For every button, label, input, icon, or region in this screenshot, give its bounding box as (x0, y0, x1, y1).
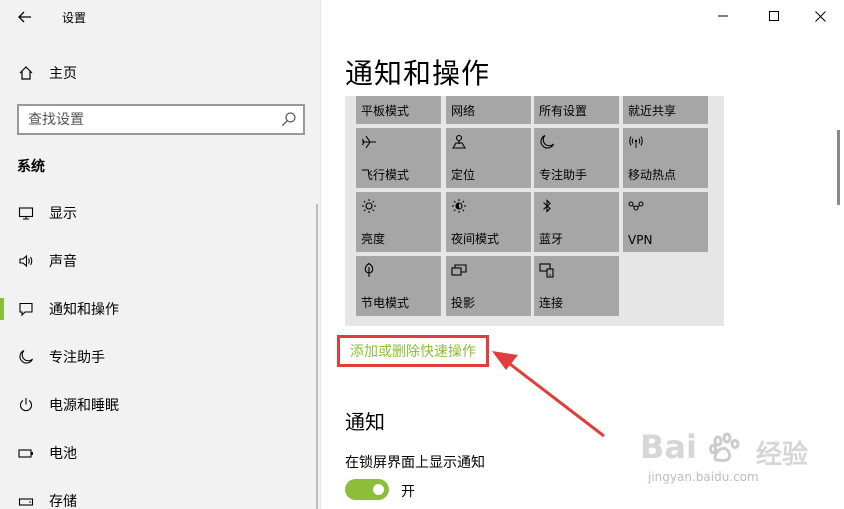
quick-action-location[interactable]: 定位 (446, 128, 531, 188)
sidebar: 设置 主页 系统 显示 声音 通知和操作 专注助手 (0, 0, 321, 509)
minimize-icon (718, 15, 728, 17)
app-title: 设置 (62, 11, 87, 25)
quick-action-label: 飞行模式 (361, 168, 410, 182)
quick-action-label: 移动热点 (628, 168, 677, 182)
quick-action-nearby-sharing[interactable]: 就近共享 (623, 96, 708, 124)
sidebar-item-focus-assist[interactable]: 专注助手 (0, 339, 320, 375)
sidebar-item-label: 主页 (49, 66, 77, 82)
sidebar-item-label: 通知和操作 (49, 302, 119, 318)
storage-icon (16, 491, 36, 509)
power-icon (16, 395, 36, 415)
watermark: Bai 经验 jingyan.baidu.com (640, 428, 830, 498)
speaker-icon (16, 251, 36, 271)
sidebar-item-sound[interactable]: 声音 (0, 243, 320, 279)
quick-actions-panel: 平板模式 网络 所有设置 就近共享 飞行模式 定位 专注助手 移动热点 亮度 夜… (345, 96, 724, 326)
sidebar-item-label: 专注助手 (49, 350, 105, 366)
quick-action-all-settings[interactable]: 所有设置 (534, 96, 619, 124)
night-light-icon (452, 199, 466, 213)
moon-icon (540, 134, 555, 149)
location-icon (452, 134, 466, 149)
sidebar-item-label: 存储 (49, 494, 77, 509)
add-remove-quick-actions-label: 添加或删除快速操作 (350, 344, 476, 360)
maximize-button[interactable] (751, 0, 797, 32)
back-arrow-icon (18, 11, 31, 23)
airplane-icon (362, 135, 376, 149)
sidebar-item-label: 电源和睡眠 (49, 398, 119, 414)
toggle-state-label: 开 (401, 484, 415, 500)
active-indicator (0, 298, 4, 320)
annotation-arrow (492, 351, 605, 438)
quick-action-label: 就近共享 (628, 104, 677, 118)
sidebar-item-notifications[interactable]: 通知和操作 (0, 291, 320, 327)
hotspot-icon (629, 136, 643, 148)
brightness-icon (362, 199, 376, 213)
search-input[interactable] (19, 106, 269, 133)
quick-action-bluetooth[interactable]: 蓝牙 (534, 192, 619, 252)
minimize-button[interactable] (700, 0, 746, 32)
vpn-icon (628, 201, 644, 211)
quick-action-airplane-mode[interactable]: 飞行模式 (356, 128, 441, 188)
project-icon (451, 264, 467, 276)
quick-action-label: 夜间模式 (451, 232, 500, 246)
quick-action-connect[interactable]: 连接 (534, 256, 619, 316)
quick-action-project[interactable]: 投影 (446, 256, 531, 316)
sidebar-item-battery[interactable]: 电池 (0, 435, 320, 471)
quick-action-label: 所有设置 (539, 104, 588, 118)
notifications-section-header: 通知 (345, 410, 385, 434)
sidebar-scrollbar[interactable] (316, 204, 318, 509)
home-icon (16, 63, 36, 83)
battery-saver-icon (364, 262, 374, 277)
section-header-system: 系统 (17, 159, 45, 175)
quick-action-network[interactable]: 网络 (446, 96, 531, 124)
moon-icon (16, 347, 36, 367)
watermark-url: jingyan.baidu.com (648, 470, 759, 484)
search-icon[interactable] (281, 111, 297, 127)
connect-icon (539, 263, 554, 278)
quick-action-brightness[interactable]: 亮度 (356, 192, 441, 252)
bluetooth-icon (543, 199, 551, 213)
quick-action-label: 平板模式 (361, 104, 410, 118)
sidebar-item-label: 声音 (49, 254, 77, 270)
quick-action-vpn[interactable]: VPN (623, 192, 708, 252)
quick-action-battery-saver[interactable]: 节电模式 (356, 256, 441, 316)
sidebar-item-display[interactable]: 显示 (0, 195, 320, 231)
sidebar-item-power-sleep[interactable]: 电源和睡眠 (0, 387, 320, 423)
maximize-icon (769, 11, 779, 21)
sidebar-item-home[interactable]: 主页 (0, 58, 320, 88)
quick-action-label: 定位 (451, 168, 476, 182)
quick-action-label: 网络 (451, 104, 476, 118)
sidebar-item-label: 显示 (49, 206, 77, 222)
quick-action-night-light[interactable]: 夜间模式 (446, 192, 531, 252)
sidebar-item-storage[interactable]: 存储 (0, 483, 320, 509)
close-icon (814, 10, 826, 22)
page-title: 通知和操作 (345, 57, 491, 90)
quick-action-label: 专注助手 (539, 168, 588, 182)
add-remove-quick-actions-link[interactable]: 添加或删除快速操作 (337, 335, 489, 367)
quick-action-focus-assist[interactable]: 专注助手 (534, 128, 619, 188)
quick-action-mobile-hotspot[interactable]: 移动热点 (623, 128, 708, 188)
watermark-brand-cn: 经验 (756, 440, 809, 470)
toggle-knob (373, 484, 384, 495)
quick-action-label: VPN (628, 233, 653, 247)
lock-screen-notifications-toggle[interactable] (345, 479, 389, 500)
main-scrollbar[interactable] (837, 130, 840, 205)
lock-screen-notifications-label: 在锁屏界面上显示通知 (345, 455, 485, 471)
quick-action-tablet-mode[interactable]: 平板模式 (356, 96, 441, 124)
quick-action-label: 投影 (451, 296, 476, 310)
quick-action-label: 节电模式 (361, 296, 410, 310)
baidu-paw-icon (709, 432, 740, 462)
watermark-brand: Bai (640, 428, 697, 466)
quick-action-label: 亮度 (361, 232, 386, 246)
battery-icon (16, 443, 36, 463)
quick-action-label: 蓝牙 (539, 232, 564, 246)
back-button[interactable] (12, 6, 38, 28)
notification-icon (16, 299, 36, 319)
sidebar-item-label: 电池 (49, 446, 77, 462)
search-box[interactable] (17, 104, 305, 135)
close-button[interactable] (797, 0, 843, 32)
quick-action-label: 连接 (539, 296, 564, 310)
monitor-icon (16, 203, 36, 223)
